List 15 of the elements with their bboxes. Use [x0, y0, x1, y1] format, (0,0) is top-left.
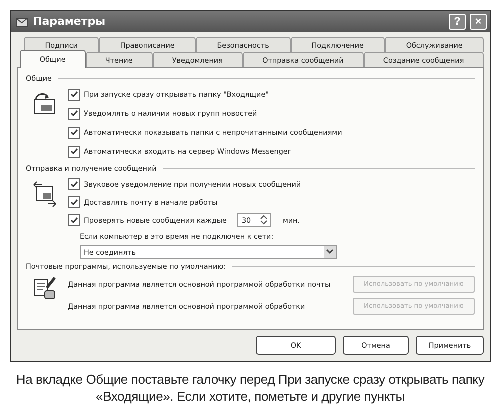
caption-text: На вкладке Общие поставьте галочку перед При запуске сразу открывать папку «Входящие». Если хотите, пометьте и другие пункты — [15, 371, 486, 405]
inbox-icon — [32, 91, 58, 117]
document-pen-icon — [32, 275, 58, 301]
close-button[interactable]: × — [470, 14, 487, 30]
checkbox[interactable] — [68, 126, 80, 138]
window-title: Параметры — [33, 15, 106, 28]
checkbox[interactable] — [68, 146, 80, 158]
checkbox[interactable] — [68, 108, 80, 120]
checkbox[interactable] — [68, 88, 80, 100]
checkbox[interactable] — [68, 196, 80, 208]
send-receive-icon — [32, 181, 58, 207]
help-button[interactable]: ? — [449, 14, 466, 30]
checkbox[interactable] — [68, 178, 80, 190]
checkbox[interactable] — [68, 214, 80, 226]
envelope-icon — [16, 16, 29, 28]
